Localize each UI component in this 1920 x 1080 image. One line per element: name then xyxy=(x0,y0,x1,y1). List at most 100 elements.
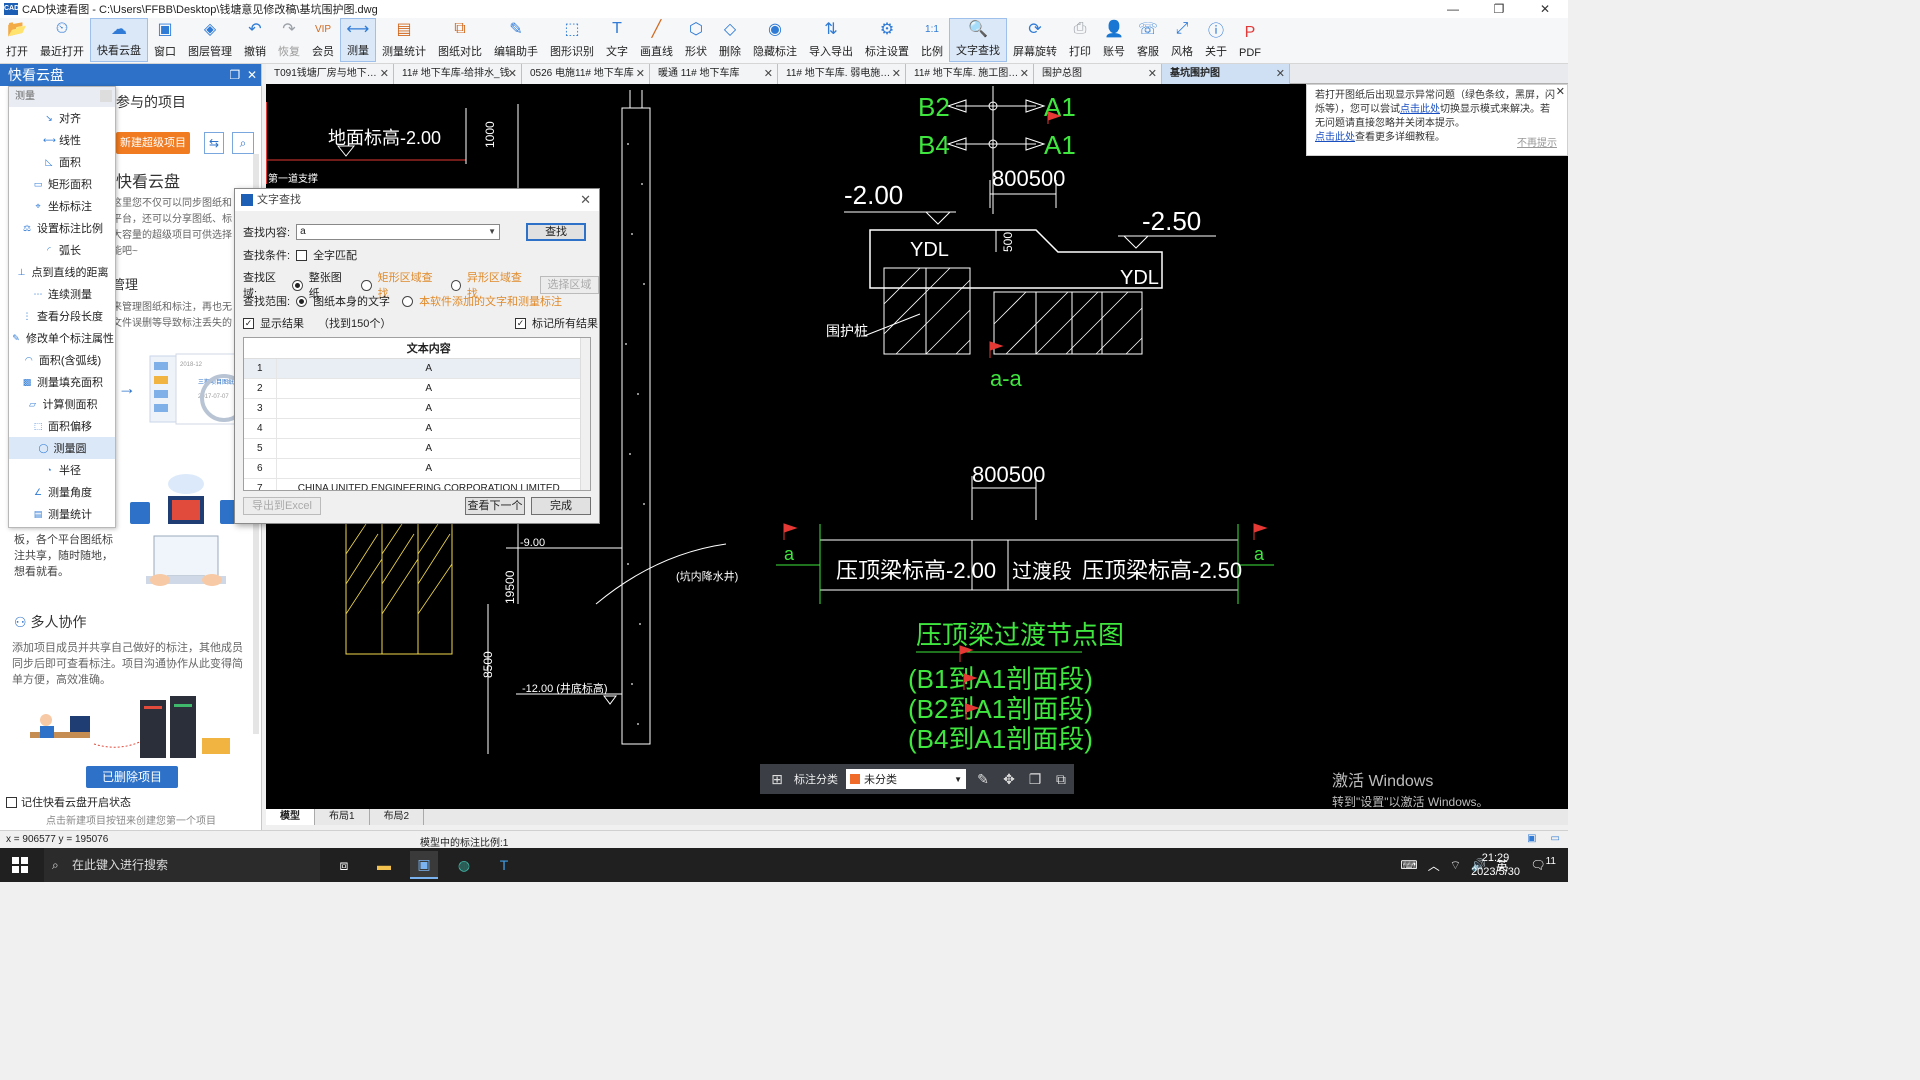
toolbar-button-account[interactable]: 👤 账号 xyxy=(1097,18,1131,62)
measure-item-angle[interactable]: ∠ 测量角度 xyxy=(9,481,115,503)
cad-viewer-taskbar-icon[interactable]: ▣ xyxy=(410,851,438,879)
toolbar-button-redo[interactable]: ↷ 恢复 xyxy=(272,18,306,62)
tab-close-icon[interactable]: ✕ xyxy=(1148,64,1157,84)
document-tab[interactable]: 基坑围护图 ✕ xyxy=(1162,64,1290,84)
close-button[interactable]: ✕ xyxy=(1522,0,1568,18)
toolbar-button-cloud[interactable]: ☁ 快看云盘 xyxy=(90,18,148,62)
tab-layout2[interactable]: 布局2 xyxy=(370,809,425,825)
toolbar-button-hide-annotation[interactable]: ◉ 隐藏标注 xyxy=(747,18,803,62)
tab-model[interactable]: 模型 xyxy=(266,809,315,825)
show-results-checkbox[interactable]: ✓ xyxy=(243,317,254,329)
tab-close-icon[interactable]: ✕ xyxy=(508,64,517,84)
find-button[interactable]: 查找 xyxy=(526,223,587,241)
maximize-button[interactable]: ❐ xyxy=(1476,0,1522,18)
table-row[interactable]: 4A xyxy=(244,418,582,439)
file-explorer-icon[interactable]: ▬ xyxy=(370,851,398,879)
table-row[interactable]: 7 CHINA UNITED ENGINEERING CORPORATION LI… xyxy=(244,478,582,490)
measure-item-area-offset[interactable]: ⬚ 面积偏移 xyxy=(9,415,115,437)
annotation-category-select[interactable]: 未分类 ▼ xyxy=(846,769,966,789)
software-text-radio[interactable] xyxy=(402,295,414,307)
measure-item-linear[interactable]: ⟷ 线性 xyxy=(9,129,115,151)
measure-item-circle[interactable]: ◯ 测量圆 xyxy=(9,437,115,459)
copy-icon[interactable]: ❐ xyxy=(1026,770,1044,788)
done-button[interactable]: 完成 xyxy=(531,497,591,515)
toolbar-button-text-search[interactable]: 🔍 文字查找 xyxy=(949,18,1007,62)
search-content-input[interactable]: a ▼ xyxy=(296,224,501,240)
measure-item-set-scale[interactable]: ⚖ 设置标注比例 xyxy=(9,217,115,239)
toolbar-button-headset[interactable]: ☏ 客服 xyxy=(1131,18,1165,62)
measure-item-segment-length[interactable]: ⋮ 查看分段长度 xyxy=(9,305,115,327)
remember-state-option[interactable]: 记住快看云盘开启状态 xyxy=(6,794,131,810)
sync-icon[interactable]: ⇆ xyxy=(204,132,224,154)
rect-area-radio[interactable] xyxy=(361,279,372,291)
close-panel-icon[interactable]: ✕ xyxy=(247,68,257,82)
dont-show-again-link[interactable]: 不再提示 xyxy=(1517,137,1557,151)
edge-browser-icon[interactable]: ◍ xyxy=(450,851,478,879)
toolbar-button-line[interactable]: ╱ 画直线 xyxy=(634,18,679,62)
edit-icon[interactable]: ✎ xyxy=(974,770,992,788)
tab-close-icon[interactable]: ✕ xyxy=(892,64,901,84)
tab-close-icon[interactable]: ✕ xyxy=(764,64,773,84)
toolbar-button-measure[interactable]: ⟷ 测量 xyxy=(340,18,376,62)
tab-layout1[interactable]: 布局1 xyxy=(315,809,370,825)
irregular-area-radio[interactable] xyxy=(450,279,461,291)
tencent-app-icon[interactable]: T xyxy=(490,851,518,879)
toolbar-button-print[interactable]: ⎙ 打印 xyxy=(1063,18,1097,62)
view-mode-icon[interactable]: ▣ xyxy=(1527,833,1536,844)
measure-item-align[interactable]: ↘ 对齐 xyxy=(9,107,115,129)
toolbar-button-scale[interactable]: 1:1 比例 xyxy=(915,18,949,62)
document-tab[interactable]: 11# 地下车库. 弱电施… ✕ xyxy=(778,64,906,84)
toolbar-button-annotation-settings[interactable]: ⚙ 标注设置 xyxy=(859,18,915,62)
paste-icon[interactable]: ⧉ xyxy=(1052,770,1070,788)
float-panel-icon[interactable]: ❐ xyxy=(230,68,241,82)
toolbar-button-import-export[interactable]: ⇅ 导入导出 xyxy=(803,18,859,62)
toolbar-button-shape-recognition[interactable]: ⬚ 图形识别 xyxy=(544,18,600,62)
drawing-text-radio[interactable] xyxy=(296,295,308,307)
task-view-icon[interactable]: ⧈ xyxy=(330,851,358,879)
measure-item-point-line-distance[interactable]: ⊥ 点到直线的距离 xyxy=(9,261,115,283)
measure-item-side-area[interactable]: ▱ 计算侧面积 xyxy=(9,393,115,415)
toolbar-button-eraser[interactable]: ◇ 删除 xyxy=(713,18,747,62)
document-tab[interactable]: 暖通 11# 地下车库 ✕ xyxy=(650,64,778,84)
new-super-project-button[interactable]: 新建超级项目 xyxy=(116,132,190,154)
toolbar-button-style[interactable]: ⤢ 风格 xyxy=(1165,18,1199,62)
network-icon[interactable]: ⌔ xyxy=(1450,858,1461,873)
tab-close-icon[interactable]: ✕ xyxy=(1020,64,1029,84)
measure-item-area-arc[interactable]: ◠ 面积(含弧线) xyxy=(9,349,115,371)
document-tab[interactable]: T091钱塘厂房与地下… ✕ xyxy=(266,64,394,84)
table-row[interactable]: 6A xyxy=(244,458,582,479)
toolbar-button-rotate-screen[interactable]: ⟳ 屏幕旋转 xyxy=(1007,18,1063,62)
document-tab[interactable]: 11# 地下车库-给排水_钱 ✕ xyxy=(394,64,522,84)
measure-item-continuous[interactable]: ⋯ 连续测量 xyxy=(9,283,115,305)
table-row[interactable]: 2A xyxy=(244,378,582,399)
toolbar-button-folder[interactable]: 📂 打开 xyxy=(0,18,34,62)
table-row[interactable]: 1A xyxy=(244,358,582,379)
notice-close-icon[interactable]: ✕ xyxy=(1556,85,1565,99)
toolbar-button-undo[interactable]: ↶ 撤销 xyxy=(238,18,272,62)
chevron-down-icon[interactable]: ▼ xyxy=(488,225,496,239)
measure-item-fill-area[interactable]: ▩ 测量填充面积 xyxy=(9,371,115,393)
toolbar-button-clock[interactable]: ⏲ 最近打开 xyxy=(34,18,90,62)
dialog-close-icon[interactable]: ✕ xyxy=(580,189,591,211)
select-area-button[interactable]: 选择区域 xyxy=(539,276,600,294)
keyboard-icon[interactable]: ⌨ xyxy=(1400,858,1417,872)
tab-close-icon[interactable]: ✕ xyxy=(380,64,389,84)
toolbar-button-layers[interactable]: ◈ 图层管理 xyxy=(182,18,238,62)
document-tab[interactable]: 11# 地下车库. 施工图… ✕ xyxy=(906,64,1034,84)
toolbar-button-pdf[interactable]: P PDF xyxy=(1233,18,1267,62)
panel-toggle-icon[interactable]: ▭ xyxy=(1551,833,1560,844)
tab-close-icon[interactable]: ✕ xyxy=(636,64,645,84)
notification-icon[interactable]: 🗨11 xyxy=(1530,856,1556,872)
table-row[interactable]: 5A xyxy=(244,438,582,459)
measure-item-area[interactable]: ◺ 面积 xyxy=(9,151,115,173)
find-next-button[interactable]: 查看下一个 xyxy=(465,497,525,515)
toolbar-button-compare[interactable]: ⧉ 图纸对比 xyxy=(432,18,488,62)
measure-item-rect-area[interactable]: ▭ 矩形面积 xyxy=(9,173,115,195)
toolbar-button-measure-stats[interactable]: ▤ 测量统计 xyxy=(376,18,432,62)
grid-icon[interactable]: ⊞ xyxy=(768,770,786,788)
toolbar-button-edit-assistant[interactable]: ✎ 编辑助手 xyxy=(488,18,544,62)
chevron-down-icon[interactable]: ▼ xyxy=(954,775,962,784)
taskbar-search-box[interactable]: ⌕ 在此键入进行搜索 xyxy=(44,848,320,882)
table-row[interactable]: 3A xyxy=(244,398,582,419)
taskbar-clock[interactable]: 21:29 2023/5/30 xyxy=(1471,851,1520,879)
